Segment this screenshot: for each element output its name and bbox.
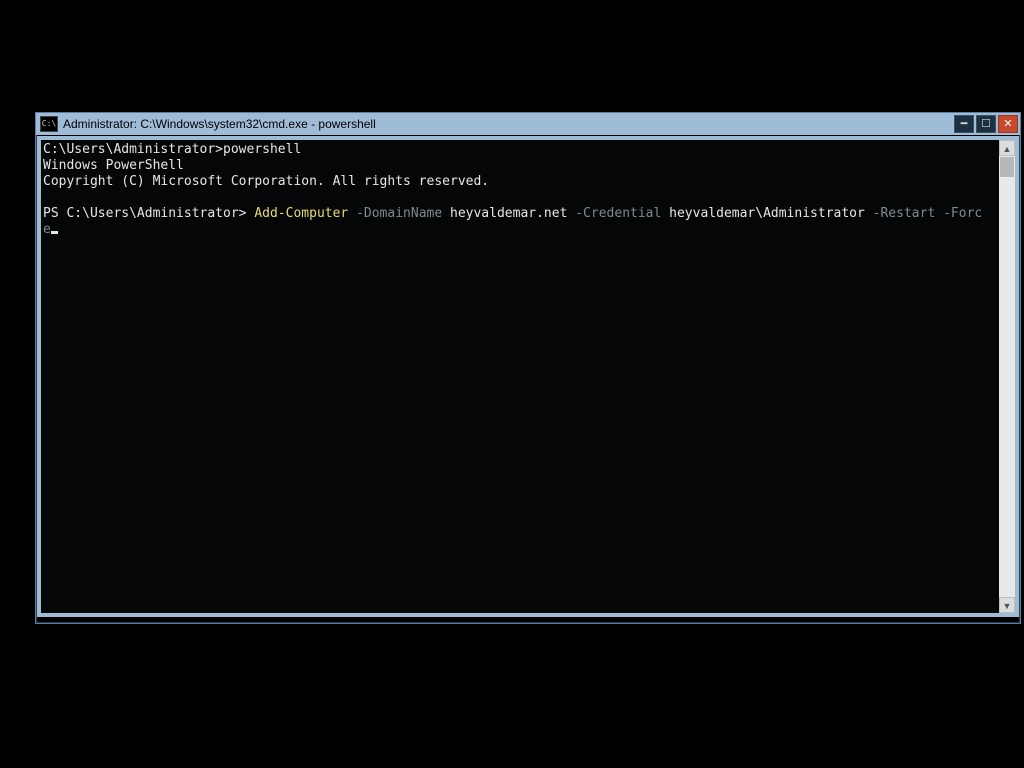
window-client-area: C:\Users\Administrator>powershell Window… — [37, 136, 1019, 617]
ps-param-force-wrap: e — [43, 222, 51, 237]
cursor-icon — [51, 231, 58, 234]
ps-prompt: PS C:\Users\Administrator> — [43, 206, 254, 221]
scroll-down-button[interactable]: ▼ — [999, 597, 1015, 613]
maximize-button[interactable]: ☐ — [976, 115, 996, 133]
minimize-button[interactable]: ━ — [954, 115, 974, 133]
cmd-input: powershell — [223, 142, 301, 157]
ps-arg-domain: heyvaldemar.net — [442, 206, 567, 221]
console-output[interactable]: C:\Users\Administrator>powershell Window… — [41, 140, 999, 613]
ps-banner-line: Windows PowerShell — [43, 158, 184, 173]
scroll-thumb[interactable] — [1000, 157, 1014, 177]
ps-param-restart: -Restart — [865, 206, 935, 221]
window-controls: ━ ☐ ✕ — [954, 115, 1018, 133]
window-title: Administrator: C:\Windows\system32\cmd.e… — [63, 117, 376, 131]
close-button[interactable]: ✕ — [998, 115, 1018, 133]
cmd-prompt: C:\Users\Administrator> — [43, 142, 223, 157]
ps-arg-credential: heyvaldemar\Administrator — [661, 206, 865, 221]
ps-param-force: -Forc — [935, 206, 982, 221]
ps-cmdlet: Add-Computer — [254, 206, 348, 221]
console-area: C:\Users\Administrator>powershell Window… — [41, 140, 1015, 613]
titlebar[interactable]: C:\ Administrator: C:\Windows\system32\c… — [36, 113, 1020, 135]
console-window: C:\ Administrator: C:\Windows\system32\c… — [35, 112, 1021, 624]
ps-param-domainname: -DomainName — [348, 206, 442, 221]
vertical-scrollbar[interactable]: ▲ ▼ — [999, 140, 1015, 613]
scroll-up-button[interactable]: ▲ — [999, 140, 1015, 156]
ps-copyright-line: Copyright (C) Microsoft Corporation. All… — [43, 174, 489, 189]
cmd-icon: C:\ — [40, 116, 58, 132]
ps-param-credential: -Credential — [567, 206, 661, 221]
